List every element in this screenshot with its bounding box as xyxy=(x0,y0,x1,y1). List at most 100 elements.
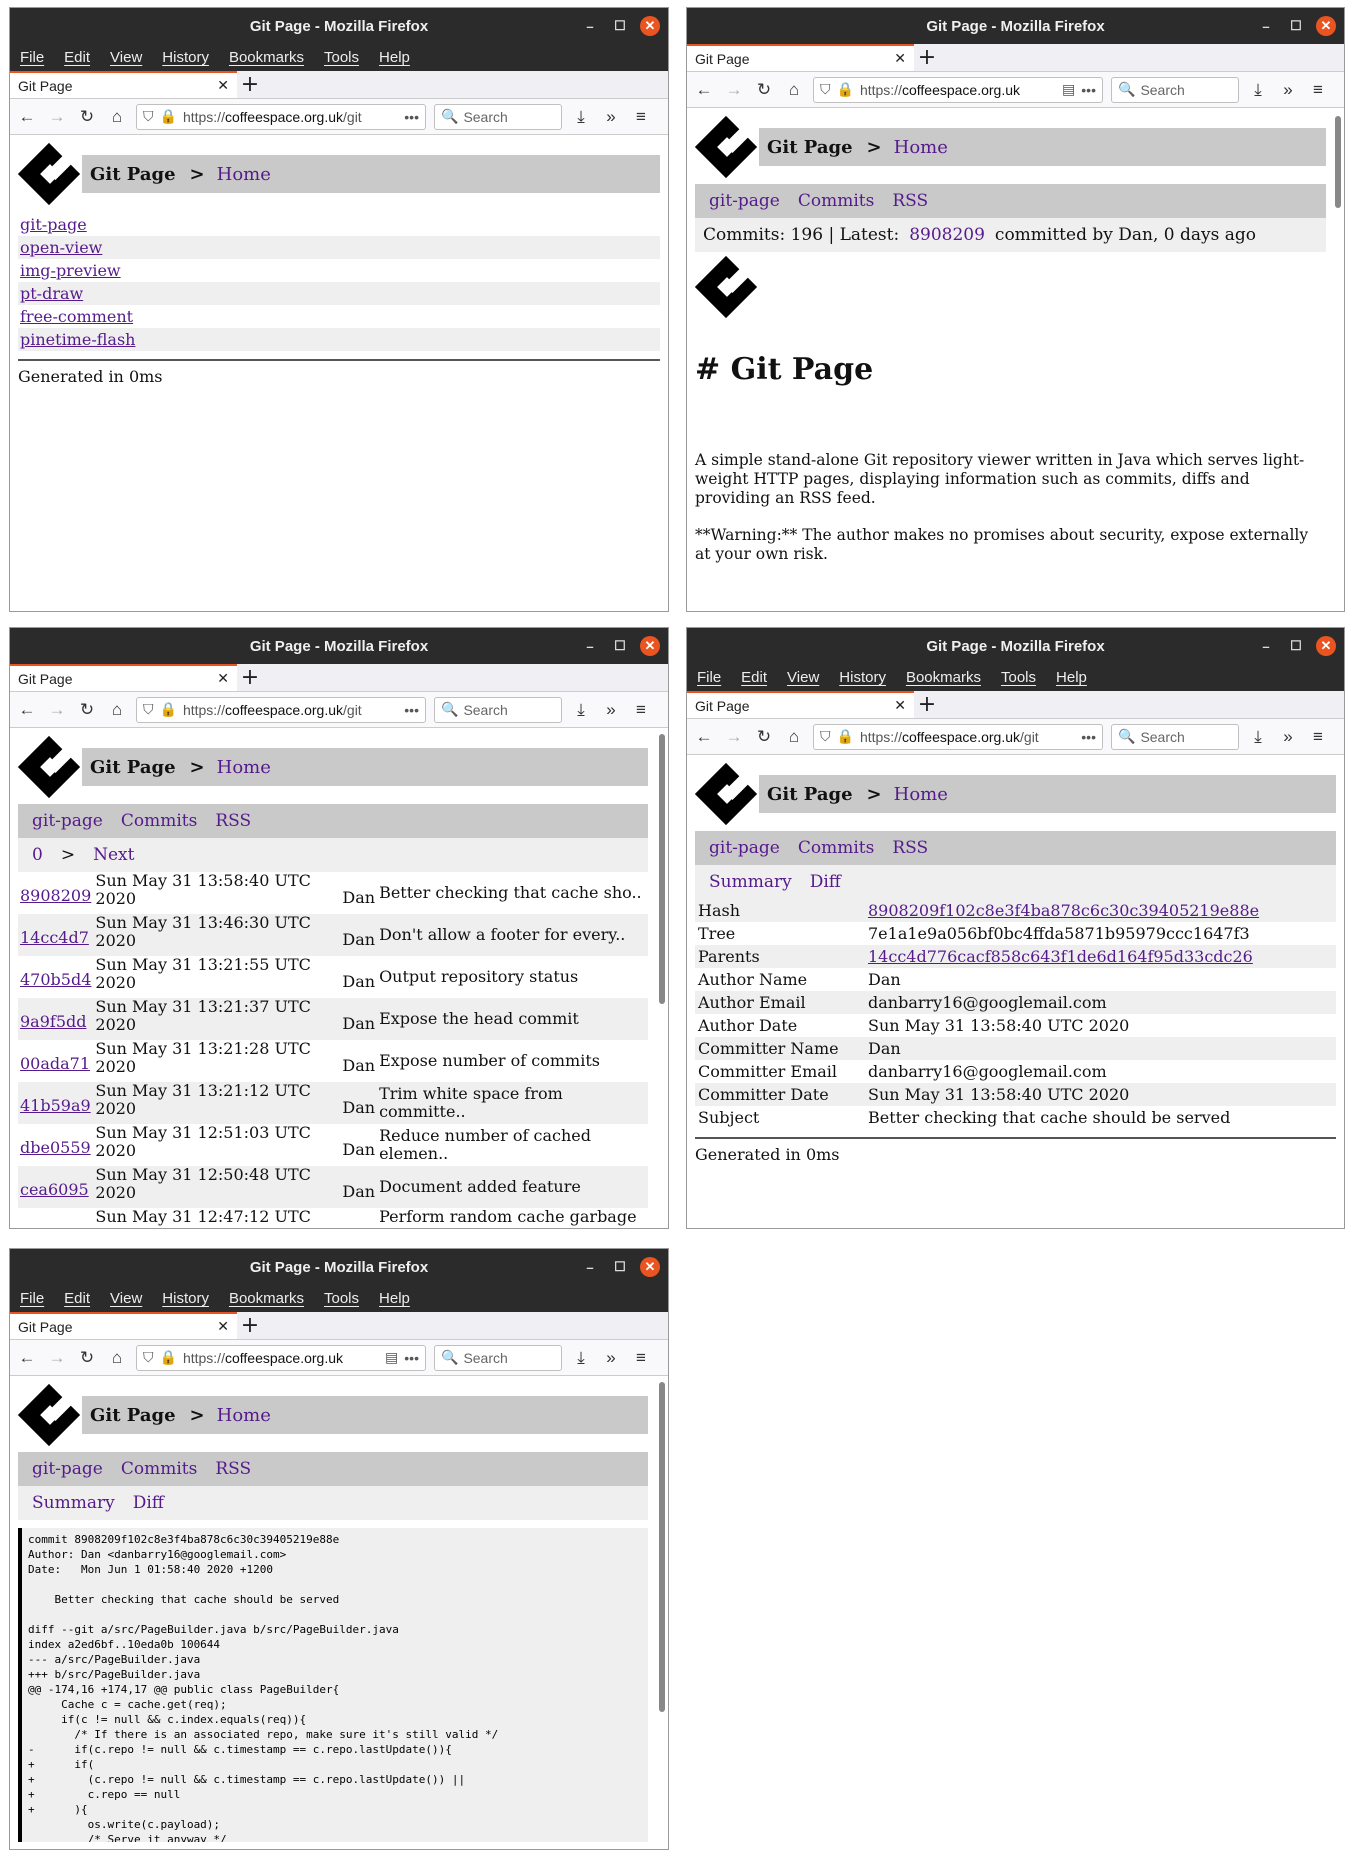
tab-git-page[interactable]: Git Page ✕ xyxy=(687,691,914,718)
repo-link[interactable]: pt-draw xyxy=(20,284,83,303)
search-box[interactable]: 🔍 Search xyxy=(434,103,562,130)
maximize-icon[interactable]: ☐ xyxy=(1286,636,1306,656)
maximize-icon[interactable]: ☐ xyxy=(1286,16,1306,36)
back-icon[interactable]: ← xyxy=(693,80,715,100)
minimize-icon[interactable]: – xyxy=(580,1257,600,1277)
latest-commit-link[interactable]: 8908209 xyxy=(909,225,985,245)
home-icon[interactable]: ⌂ xyxy=(106,107,128,127)
commit-hash-link[interactable]: 8908209f102c8e3f4ba878c6c30c39405219e88e xyxy=(868,901,1259,920)
commits-link[interactable]: Commits xyxy=(121,1459,197,1479)
menu-view[interactable]: View xyxy=(110,1290,142,1307)
overflow-icon[interactable]: » xyxy=(600,1348,622,1368)
tab-git-page[interactable]: Git Page ✕ xyxy=(687,44,914,71)
menu-tools[interactable]: Tools xyxy=(324,49,359,66)
title-bar[interactable]: Git Page - Mozilla Firefox – ☐ ✕ xyxy=(10,8,668,44)
menu-edit[interactable]: Edit xyxy=(64,1290,90,1307)
url-bar[interactable]: ⛉ 🔒 https://coffeespace.org.uk/git ••• xyxy=(813,723,1103,750)
reader-view-icon[interactable]: ▤ xyxy=(1062,81,1075,98)
shield-icon[interactable]: ⛉ xyxy=(143,108,154,125)
menu-history[interactable]: History xyxy=(162,49,209,66)
url-bar[interactable]: ⛉ 🔒 https://coffeespace.org.uk ▤ ••• xyxy=(813,76,1103,103)
page-number-link[interactable]: 0 xyxy=(32,845,43,865)
reader-view-icon[interactable]: ▤ xyxy=(385,1349,398,1366)
repo-name-link[interactable]: git-page xyxy=(709,838,780,858)
commit-hash-link[interactable]: 14cc4d7 xyxy=(20,928,89,947)
hamburger-menu-icon[interactable]: ≡ xyxy=(630,107,652,127)
back-icon[interactable]: ← xyxy=(16,107,38,127)
tab-git-page[interactable]: Git Page ✕ xyxy=(10,1312,237,1339)
home-icon[interactable]: ⌂ xyxy=(106,700,128,720)
hamburger-menu-icon[interactable]: ≡ xyxy=(630,700,652,720)
search-box[interactable]: 🔍 Search xyxy=(434,696,562,723)
menu-view[interactable]: View xyxy=(787,669,819,686)
reload-icon[interactable]: ↻ xyxy=(76,1348,98,1368)
scrollbar[interactable] xyxy=(1335,116,1341,208)
close-window-icon[interactable]: ✕ xyxy=(640,16,660,36)
commit-hash-link[interactable]: 00ada71 xyxy=(20,1054,90,1073)
diff-link[interactable]: Diff xyxy=(810,872,841,892)
menu-edit[interactable]: Edit xyxy=(741,669,767,686)
forward-icon[interactable]: → xyxy=(723,727,745,747)
menu-tools[interactable]: Tools xyxy=(1001,669,1036,686)
title-bar[interactable]: Git Page - Mozilla Firefox – ☐ ✕ xyxy=(687,8,1344,44)
menu-file[interactable]: File xyxy=(20,49,44,66)
home-link[interactable]: Home xyxy=(894,784,948,805)
diff-link[interactable]: Diff xyxy=(133,1493,164,1513)
close-window-icon[interactable]: ✕ xyxy=(1316,16,1336,36)
minimize-icon[interactable]: – xyxy=(580,16,600,36)
minimize-icon[interactable]: – xyxy=(580,636,600,656)
back-icon[interactable]: ← xyxy=(16,700,38,720)
home-link[interactable]: Home xyxy=(894,137,948,158)
menu-history[interactable]: History xyxy=(839,669,886,686)
repo-name-link[interactable]: git-page xyxy=(32,811,103,831)
rss-link[interactable]: RSS xyxy=(215,811,251,831)
close-tab-icon[interactable]: ✕ xyxy=(217,670,229,687)
search-box[interactable]: 🔍 Search xyxy=(1111,76,1239,103)
search-box[interactable]: 🔍 Search xyxy=(1111,723,1239,750)
home-icon[interactable]: ⌂ xyxy=(783,727,805,747)
title-bar[interactable]: Git Page - Mozilla Firefox – ☐ ✕ xyxy=(10,628,668,664)
reload-icon[interactable]: ↻ xyxy=(76,700,98,720)
repo-link[interactable]: img-preview xyxy=(20,261,121,280)
close-tab-icon[interactable]: ✕ xyxy=(217,1318,229,1335)
commit-hash-link[interactable]: dbe0559 xyxy=(20,1138,91,1157)
title-bar[interactable]: Git Page - Mozilla Firefox – ☐ ✕ xyxy=(10,1249,668,1285)
menu-help[interactable]: Help xyxy=(379,1290,410,1307)
menu-file[interactable]: File xyxy=(20,1290,44,1307)
home-link[interactable]: Home xyxy=(217,164,271,185)
shield-icon[interactable]: ⛉ xyxy=(820,81,831,98)
download-icon[interactable]: ⤓ xyxy=(1247,80,1269,100)
minimize-icon[interactable]: – xyxy=(1256,16,1276,36)
page-actions-icon[interactable]: ••• xyxy=(1081,729,1096,745)
search-box[interactable]: 🔍 Search xyxy=(434,1344,562,1371)
commits-link[interactable]: Commits xyxy=(798,838,874,858)
shield-icon[interactable]: ⛉ xyxy=(143,701,154,718)
summary-link[interactable]: Summary xyxy=(709,872,792,892)
close-tab-icon[interactable]: ✕ xyxy=(894,50,906,67)
maximize-icon[interactable]: ☐ xyxy=(610,16,630,36)
new-tab-icon[interactable]: + xyxy=(914,44,940,71)
close-window-icon[interactable]: ✕ xyxy=(640,1257,660,1277)
download-icon[interactable]: ⤓ xyxy=(570,107,592,127)
repo-name-link[interactable]: git-page xyxy=(32,1459,103,1479)
hamburger-menu-icon[interactable]: ≡ xyxy=(1307,727,1329,747)
download-icon[interactable]: ⤓ xyxy=(570,700,592,720)
close-tab-icon[interactable]: ✕ xyxy=(894,697,906,714)
new-tab-icon[interactable]: + xyxy=(237,71,263,98)
rss-link[interactable]: RSS xyxy=(892,191,928,211)
menu-view[interactable]: View xyxy=(110,49,142,66)
tab-git-page[interactable]: Git Page ✕ xyxy=(10,71,237,98)
forward-icon[interactable]: → xyxy=(46,1348,68,1368)
download-icon[interactable]: ⤓ xyxy=(570,1348,592,1368)
home-icon[interactable]: ⌂ xyxy=(783,80,805,100)
menu-history[interactable]: History xyxy=(162,1290,209,1307)
menu-bookmarks[interactable]: Bookmarks xyxy=(229,1290,304,1307)
new-tab-icon[interactable]: + xyxy=(237,1312,263,1339)
rss-link[interactable]: RSS xyxy=(892,838,928,858)
commit-hash-link[interactable]: 9a9f5dd xyxy=(20,1012,86,1031)
back-icon[interactable]: ← xyxy=(693,727,715,747)
url-bar[interactable]: ⛉ 🔒 https://coffeespace.org.uk ▤ ••• xyxy=(136,1344,426,1371)
overflow-icon[interactable]: » xyxy=(600,107,622,127)
commit-hash-link[interactable]: 470b5d4 xyxy=(20,970,91,989)
shield-icon[interactable]: ⛉ xyxy=(143,1349,154,1366)
